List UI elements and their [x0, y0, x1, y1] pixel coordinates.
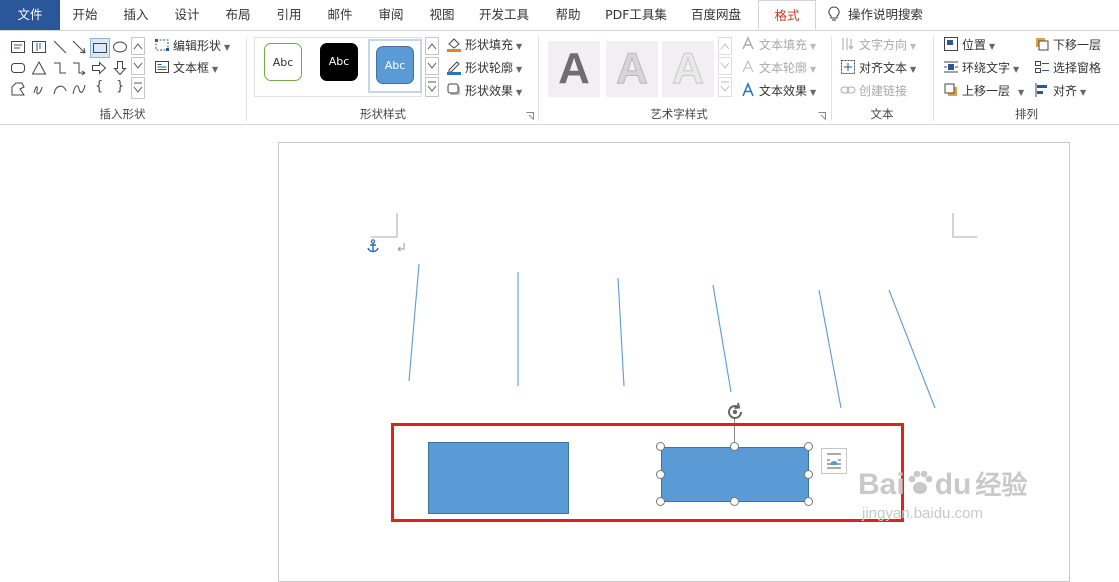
highlight-annotation-box: [391, 423, 904, 522]
drawn-line[interactable]: [888, 289, 936, 409]
rotation-handle-icon[interactable]: [724, 402, 746, 425]
drawn-line[interactable]: [408, 263, 420, 382]
drawn-line[interactable]: [818, 289, 842, 409]
watermark-brand: Bai: [858, 468, 905, 501]
drawn-line[interactable]: [617, 277, 625, 387]
watermark-brand2: du: [934, 468, 972, 501]
drawn-line[interactable]: [712, 284, 732, 393]
watermark-cn: 经验: [975, 470, 1028, 500]
watermark-url: jingyan.baidu.com: [862, 505, 983, 522]
paw-icon: [905, 468, 935, 505]
baidu-jingyan-watermark: Bai du 经验 jingyan.baidu.com: [858, 468, 1028, 523]
